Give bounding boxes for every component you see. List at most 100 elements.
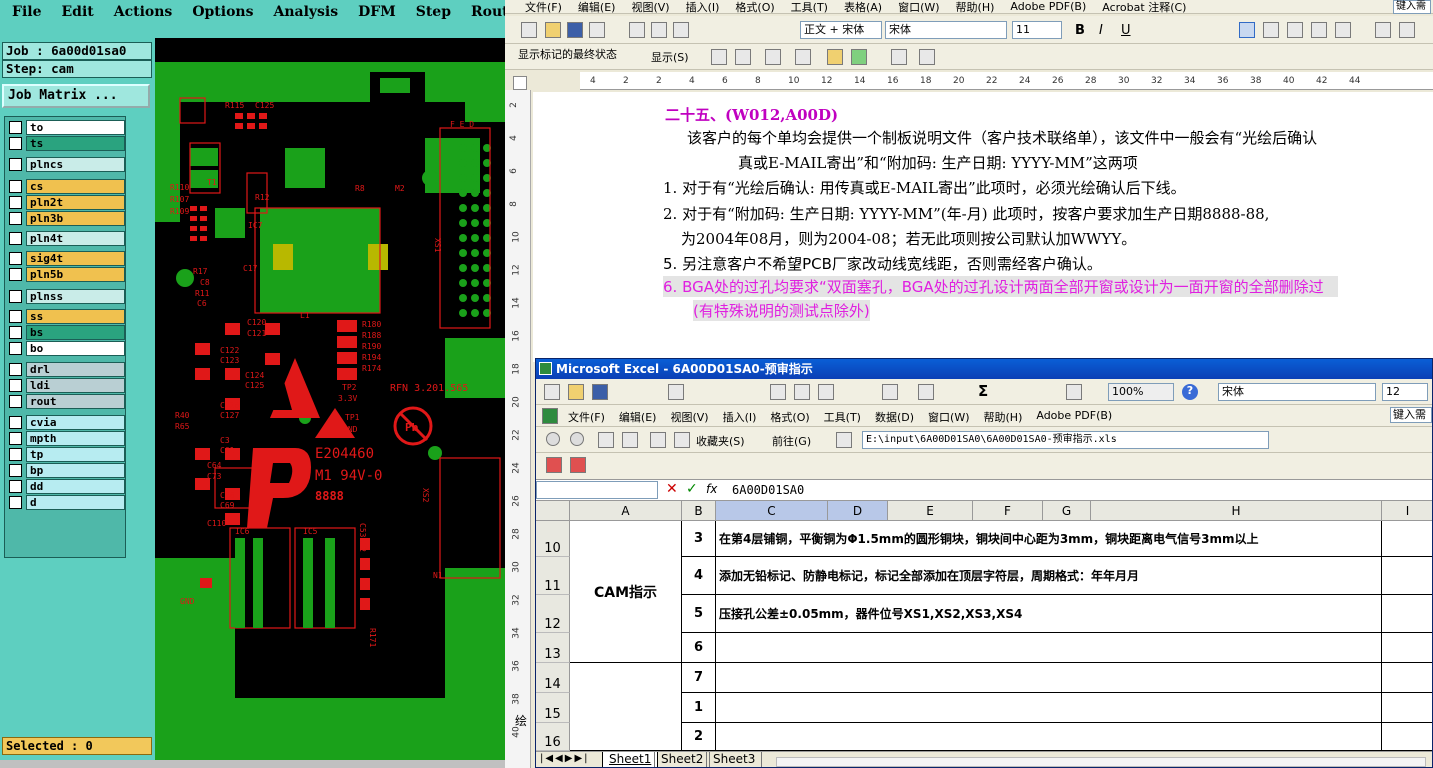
cell-b[interactable]: 7: [682, 663, 716, 693]
layer-row-rout[interactable]: rout: [7, 394, 125, 409]
layer-checkbox[interactable]: [9, 363, 22, 376]
layer-checkbox[interactable]: [9, 212, 22, 225]
column-header-C[interactable]: C: [716, 501, 828, 521]
sheet-tab-3[interactable]: Sheet3: [706, 752, 763, 767]
new-doc-icon[interactable]: [521, 22, 537, 38]
cell-i[interactable]: [1382, 633, 1432, 663]
layer-checkbox[interactable]: [9, 290, 22, 303]
address-combo[interactable]: E:\input\6A00D01SA0\6A00D01SA0-预审指示.xls: [862, 431, 1269, 449]
justify-icon[interactable]: [1311, 22, 1327, 38]
layer-row-to[interactable]: to: [7, 120, 125, 135]
excel-menu-item[interactable]: 帮助(H): [984, 409, 1023, 425]
column-header-E[interactable]: E: [888, 501, 973, 521]
layer-row-sig4t[interactable]: sig4t: [7, 251, 125, 266]
word-menu-item[interactable]: 文件(F): [525, 0, 562, 15]
word-menu-item[interactable]: 格式(O): [735, 0, 774, 15]
help-icon[interactable]: ?: [1182, 384, 1198, 400]
excel-menu-item[interactable]: 文件(F): [568, 409, 605, 425]
spreadsheet-grid[interactable]: A B C D E F G H I 10 3 在第4层铺铜，平衡铜为Φ1.5mm的圆形铜块，铜块间中心…: [536, 501, 1432, 751]
layer-row-drl[interactable]: drl: [7, 362, 125, 377]
column-header-G[interactable]: G: [1043, 501, 1091, 521]
excel-copy-icon[interactable]: [794, 384, 810, 400]
layer-row-pln4t[interactable]: pln4t: [7, 231, 125, 246]
cam-menu-item[interactable]: Analysis: [261, 4, 346, 20]
insert-function-icon[interactable]: fx: [706, 482, 717, 496]
excel-open-icon[interactable]: [568, 384, 584, 400]
layer-row-ss[interactable]: ss: [7, 309, 125, 324]
layer-checkbox[interactable]: [9, 448, 22, 461]
prev-change-icon[interactable]: [711, 49, 727, 65]
refresh-icon[interactable]: [622, 432, 638, 448]
layer-checkbox[interactable]: [9, 137, 22, 150]
excel-cut-icon[interactable]: [770, 384, 786, 400]
goto-menu[interactable]: 前往(G): [772, 433, 811, 449]
layer-checkbox[interactable]: [9, 180, 22, 193]
layer-checkbox[interactable]: [9, 496, 22, 509]
job-matrix-button[interactable]: Job Matrix ...: [2, 84, 150, 108]
layer-row-plnss[interactable]: plnss: [7, 289, 125, 304]
align-right-icon[interactable]: [1287, 22, 1303, 38]
formula-input[interactable]: 6A00D01SA0: [732, 483, 804, 497]
excel-new-icon[interactable]: [544, 384, 560, 400]
style-combo[interactable]: 正文 + 宋体: [800, 21, 882, 39]
row-header[interactable]: 11: [536, 557, 570, 595]
search-web-icon[interactable]: [674, 432, 690, 448]
cell-i[interactable]: [1382, 723, 1432, 751]
layer-checkbox[interactable]: [9, 252, 22, 265]
row-header[interactable]: 14: [536, 663, 570, 693]
row-header[interactable]: 10: [536, 521, 570, 557]
cancel-formula-icon[interactable]: ✕: [666, 481, 678, 497]
row-header[interactable]: 15: [536, 693, 570, 723]
excel-menu-item[interactable]: 视图(V): [670, 409, 708, 425]
line-spacing-icon[interactable]: [1335, 22, 1351, 38]
layer-checkbox[interactable]: [9, 416, 22, 429]
sheet-tab-1[interactable]: Sheet1: [602, 752, 659, 767]
layer-checkbox[interactable]: [9, 379, 22, 392]
next-change-icon[interactable]: [735, 49, 751, 65]
save-icon[interactable]: [567, 22, 583, 38]
layer-row-d[interactable]: d: [7, 495, 125, 510]
cell-c[interactable]: 压接孔公差±0.05mm，器件位号XS1,XS2,XS3,XS4: [716, 595, 1382, 633]
forward-icon[interactable]: [570, 432, 584, 446]
sheet-tab-2[interactable]: Sheet2: [654, 752, 711, 767]
layer-row-mpth[interactable]: mpth: [7, 431, 125, 446]
cam-menu-item[interactable]: DFM: [346, 4, 404, 20]
layer-row-bs[interactable]: bs: [7, 325, 125, 340]
word-menu-item[interactable]: 表格(A): [844, 0, 882, 15]
cell-c[interactable]: [716, 723, 1382, 751]
cell-i[interactable]: [1382, 693, 1432, 723]
cell-i[interactable]: [1382, 557, 1432, 595]
layer-checkbox[interactable]: [9, 268, 22, 281]
horizontal-scrollbar[interactable]: [776, 757, 1426, 767]
layer-row-pln5b[interactable]: pln5b: [7, 267, 125, 282]
redo-icon[interactable]: [918, 384, 934, 400]
layer-row-ldi[interactable]: ldi: [7, 378, 125, 393]
numbering-icon[interactable]: [1375, 22, 1391, 38]
layer-checkbox[interactable]: [9, 464, 22, 477]
row-header[interactable]: 16: [536, 723, 570, 751]
excel-menu-item[interactable]: 编辑(E): [619, 409, 657, 425]
font-combo[interactable]: 宋体: [885, 21, 1007, 39]
word-menu-item[interactable]: Acrobat 注释(C): [1102, 0, 1186, 15]
highlight-icon[interactable]: [851, 49, 867, 65]
layer-row-pln2t[interactable]: pln2t: [7, 195, 125, 210]
column-header-D[interactable]: D: [828, 501, 888, 521]
excel-size-combo[interactable]: 12: [1382, 383, 1428, 401]
cell-a-merged[interactable]: [570, 663, 682, 751]
favorites-menu[interactable]: 收藏夹(S): [696, 433, 745, 449]
pcb-board-view[interactable]: R115 C125 R110 R107 R109 R17 C8 R11 C6 C…: [155, 38, 505, 760]
accept-change-icon[interactable]: [765, 49, 781, 65]
underline-button[interactable]: U: [1121, 23, 1131, 38]
layer-row-bo[interactable]: bo: [7, 341, 125, 356]
column-header-I[interactable]: I: [1382, 501, 1432, 521]
open-folder-icon[interactable]: [545, 22, 561, 38]
column-header-B[interactable]: B: [682, 501, 716, 521]
cell-c[interactable]: [716, 663, 1382, 693]
layer-row-cs[interactable]: cs: [7, 179, 125, 194]
enter-formula-icon[interactable]: ✓: [686, 481, 698, 497]
cell-b[interactable]: 1: [682, 693, 716, 723]
markup-combo[interactable]: 显示标记的最终状态: [515, 47, 645, 65]
excel-paste-icon[interactable]: [818, 384, 834, 400]
cell-c[interactable]: 添加无铅标记、防静电标记，标记全部添加在顶层字符层，周期格式：年年月月: [716, 557, 1382, 595]
layer-checkbox[interactable]: [9, 342, 22, 355]
